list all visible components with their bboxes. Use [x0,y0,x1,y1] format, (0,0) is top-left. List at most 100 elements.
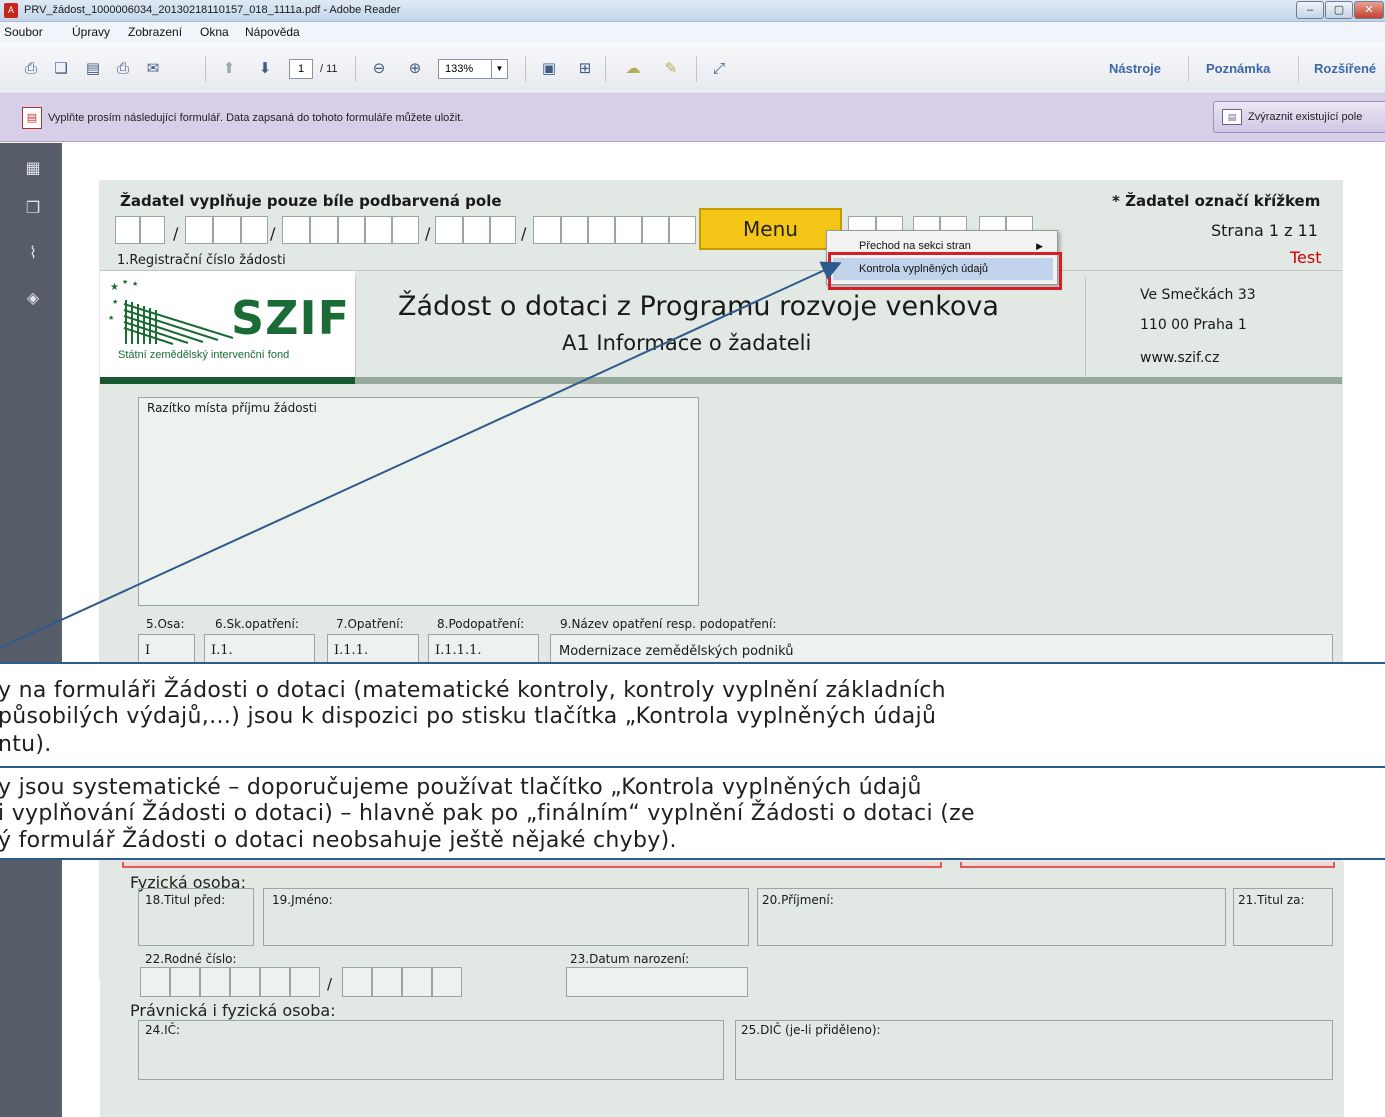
birth-number-digit[interactable] [432,967,462,997]
birth-number-digit[interactable] [290,967,320,997]
form-notice-text: Vyplňte prosím následující formulář. Dat… [48,112,464,124]
birth-number-digit[interactable] [140,967,170,997]
birth-number-digit[interactable] [170,967,200,997]
divider [355,277,356,377]
comment-link[interactable]: Poznámka [1206,61,1270,76]
chevron-down-icon[interactable]: ▼ [491,60,507,78]
reg-digit-box[interactable] [669,216,696,244]
address-city: 110 00 Praha 1 [1140,317,1247,333]
reg-digit-box[interactable] [241,216,268,244]
menu-item-window[interactable]: Okna [200,25,229,39]
birth-number-digit[interactable] [230,967,260,997]
birth-number-digit[interactable] [200,967,230,997]
section-legal-and-natural-person: Právnická i fyzická osoba: [130,1001,336,1020]
szif-logo-text: SZIF [231,291,351,345]
menu-item-edit[interactable]: Úpravy [72,25,110,39]
toolbar: ⎙ ❏ ▤ ⎙ ✉ ⬆ ⬇ 1 / 11 ⊖ ⊕ 133% ▼ ▣ ⊞ ☁ ✎ … [0,42,1385,94]
field-label-measure-name: 9.Název opatření resp. podopatření: [560,617,777,631]
save-icon[interactable]: ▤ [82,58,104,80]
reg-digit-box[interactable] [642,216,669,244]
reg-digit-box[interactable] [115,216,140,244]
overlay-line: působilých výdajů,…) jsou k dispozici po… [0,704,937,729]
svg-text:★: ★ [108,314,114,322]
zoom-select[interactable]: 133% ▼ [438,59,508,79]
minimize-button[interactable]: – [1296,1,1324,19]
address-web: www.szif.cz [1140,350,1220,366]
zoom-in-icon[interactable]: ⊕ [404,58,426,80]
field-label-axis: 5.Osa: [146,617,185,631]
reg-digit-box[interactable] [490,216,516,244]
menu-item-help[interactable]: Nápověda [245,25,300,39]
dic-field[interactable] [735,1020,1333,1080]
page-number-input[interactable]: 1 [289,59,313,79]
page-thumbnails-icon[interactable]: ▦ [22,158,44,180]
reg-digit-box[interactable] [588,216,615,244]
menu-button[interactable]: Menu [699,208,842,250]
reg-digit-box[interactable] [533,216,561,244]
attachments-icon[interactable]: ⌇ [22,243,44,265]
birth-number-digit[interactable] [342,967,372,997]
pdf-icon: A [4,3,18,18]
menu-bar: Soubor Úpravy Zobrazení Okna Nápověda [0,22,1385,42]
reg-digit-box[interactable] [185,216,213,244]
toolbar-divider [1298,56,1299,82]
menu-item-file[interactable]: Soubor [4,25,43,39]
prev-page-icon[interactable]: ⬆ [218,58,240,80]
form-notice-bar: ▤ Vyplňte prosím následující formulář. D… [0,94,1385,142]
red-field-edge [960,862,1335,868]
next-page-icon[interactable]: ⬇ [254,58,276,80]
extended-link[interactable]: Rozšířené [1314,61,1376,76]
comment-icon[interactable]: ☁ [622,58,644,80]
fit-width-icon[interactable]: ⊞ [574,58,596,80]
tools-link[interactable]: Nástroje [1109,61,1161,76]
window-title-bar: A PRV_žádost_1000006034_20130218110157_0… [0,0,1385,22]
reg-digit-box[interactable] [463,216,490,244]
window-title: PRV_žádost_1000006034_20130218110157_018… [24,4,401,16]
reg-digit-box[interactable] [140,216,165,244]
zoom-out-icon[interactable]: ⊖ [368,58,390,80]
highlight-icon[interactable]: ✎ [660,58,682,80]
combine-icon[interactable]: ❏ [50,58,72,80]
form-icon: ▤ [22,107,42,129]
maximize-button[interactable]: ▢ [1325,1,1353,19]
toolbar-divider [1188,56,1189,82]
email-icon[interactable]: ✉ [142,58,164,80]
highlight-fields-button[interactable]: ▤ Zvýraznit existující pole [1213,101,1385,133]
reg-digit-box[interactable] [365,216,392,244]
bookmarks-icon[interactable]: ❐ [22,198,44,220]
reg-digit-box[interactable] [310,216,338,244]
birth-date-field[interactable] [566,967,748,997]
overlay-line: ntu). [0,732,52,757]
first-name-field[interactable] [263,888,749,946]
print-icon[interactable]: ⎙ [112,58,134,80]
surname-field[interactable] [757,888,1226,946]
separator: / [270,224,276,243]
reg-digit-box[interactable] [282,216,310,244]
reg-digit-box[interactable] [561,216,588,244]
reg-digit-box[interactable] [213,216,241,244]
fit-page-icon[interactable]: ▣ [538,58,560,80]
document-subtitle: A1 Informace o žadateli [562,331,812,355]
separator: / [521,224,527,243]
reg-digit-box[interactable] [615,216,642,244]
create-pdf-icon[interactable]: ⎙ [20,58,42,80]
fullscreen-icon[interactable]: ⤢ [708,58,730,80]
birth-number-digit[interactable] [260,967,290,997]
stamp-label: Razítko místa příjmu žádosti [147,401,317,415]
layers-icon[interactable]: ◈ [22,288,44,310]
birth-number-digit[interactable] [372,967,402,997]
separator: / [173,224,179,243]
overlay-line: i vyplňování Žádosti o dotaci) – hlavně … [0,801,975,826]
field-label-submeasure: 8.Podopatření: [437,617,525,631]
birth-number-digit[interactable] [402,967,432,997]
ico-field[interactable] [138,1020,724,1080]
close-button[interactable]: ✕ [1354,1,1384,19]
highlight-fields-label: Zvýraznit existující pole [1248,111,1363,123]
title-after-field[interactable] [1233,888,1333,946]
reg-digit-box[interactable] [435,216,463,244]
menu-item-view[interactable]: Zobrazení [128,25,182,39]
toolbar-divider [696,56,697,82]
reg-digit-box[interactable] [338,216,365,244]
title-before-field[interactable] [138,888,254,946]
reg-digit-box[interactable] [392,216,419,244]
